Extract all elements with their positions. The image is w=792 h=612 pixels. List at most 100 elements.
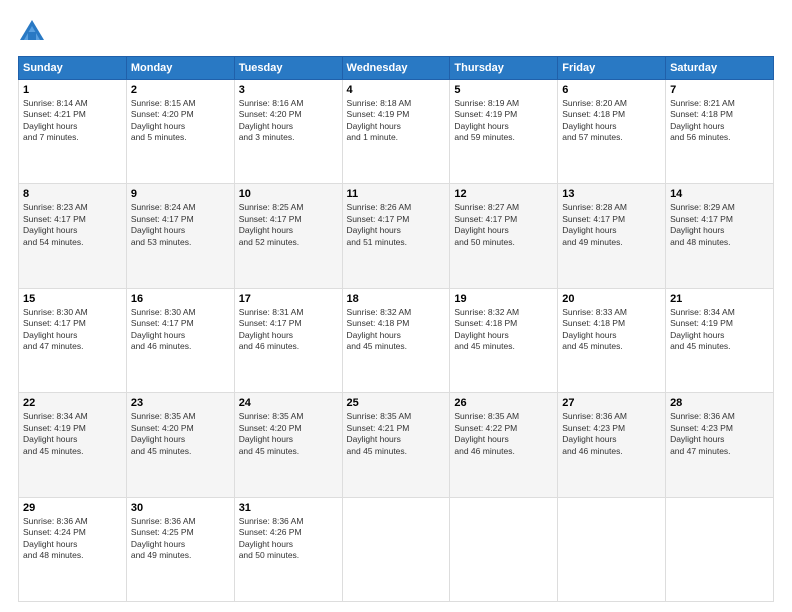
day-detail: Sunrise: 8:36 AMSunset: 4:23 PMDaylight … [562,411,627,455]
weekday-header-sunday: Sunday [19,57,127,80]
calendar-cell: 5 Sunrise: 8:19 AMSunset: 4:19 PMDaylight… [450,80,558,184]
day-number: 8 [23,188,122,200]
calendar-cell: 9 Sunrise: 8:24 AMSunset: 4:17 PMDaylight… [126,184,234,288]
day-detail: Sunrise: 8:18 AMSunset: 4:19 PMDaylight … [347,98,412,142]
day-detail: Sunrise: 8:36 AMSunset: 4:23 PMDaylight … [670,411,735,455]
day-number: 23 [131,397,230,409]
day-detail: Sunrise: 8:31 AMSunset: 4:17 PMDaylight … [239,307,304,351]
calendar-cell: 28 Sunrise: 8:36 AMSunset: 4:23 PMDayligh… [666,393,774,497]
calendar-cell: 29 Sunrise: 8:36 AMSunset: 4:24 PMDayligh… [19,497,127,601]
day-detail: Sunrise: 8:14 AMSunset: 4:21 PMDaylight … [23,98,88,142]
day-detail: Sunrise: 8:24 AMSunset: 4:17 PMDaylight … [131,202,196,246]
calendar-cell: 8Sunrise: 8:23 AMSunset: 4:17 PMDaylight… [19,184,127,288]
day-detail: Sunrise: 8:15 AMSunset: 4:20 PMDaylight … [131,98,196,142]
day-detail: Sunrise: 8:30 AMSunset: 4:17 PMDaylight … [23,307,88,351]
day-number: 6 [562,84,661,96]
day-number: 12 [454,188,553,200]
calendar-cell [342,497,450,601]
calendar-cell: 21Sunrise: 8:34 AMSunset: 4:19 PMDayligh… [666,288,774,392]
header [18,18,774,46]
calendar-cell: 1 Sunrise: 8:14 AMSunset: 4:21 PMDaylight… [19,80,127,184]
day-number: 31 [239,502,338,514]
day-number: 1 [23,84,122,96]
calendar-cell: 12 Sunrise: 8:27 AMSunset: 4:17 PMDayligh… [450,184,558,288]
calendar-cell: 26 Sunrise: 8:35 AMSunset: 4:22 PMDayligh… [450,393,558,497]
calendar-week-row: 15 Sunrise: 8:30 AMSunset: 4:17 PMDayligh… [19,288,774,392]
day-detail: Sunrise: 8:35 AMSunset: 4:20 PMDaylight … [131,411,196,455]
calendar-cell: 14 Sunrise: 8:29 AMSunset: 4:17 PMDayligh… [666,184,774,288]
calendar-cell: 6 Sunrise: 8:20 AMSunset: 4:18 PMDaylight… [558,80,666,184]
calendar-cell: 13 Sunrise: 8:28 AMSunset: 4:17 PMDayligh… [558,184,666,288]
calendar-cell: 16Sunrise: 8:30 AMSunset: 4:17 PMDayligh… [126,288,234,392]
weekday-header-friday: Friday [558,57,666,80]
weekday-header-thursday: Thursday [450,57,558,80]
day-detail: Sunrise: 8:26 AMSunset: 4:17 PMDaylight … [347,202,412,246]
day-number: 14 [670,188,769,200]
day-number: 3 [239,84,338,96]
day-detail: Sunrise: 8:27 AMSunset: 4:17 PMDaylight … [454,202,519,246]
day-number: 29 [23,502,122,514]
calendar-cell: 31Sunrise: 8:36 AMSunset: 4:26 PMDayligh… [234,497,342,601]
calendar-cell: 23 Sunrise: 8:35 AMSunset: 4:20 PMDayligh… [126,393,234,497]
calendar-cell: 22 Sunrise: 8:34 AMSunset: 4:19 PMDayligh… [19,393,127,497]
calendar-cell: 7Sunrise: 8:21 AMSunset: 4:18 PMDaylight… [666,80,774,184]
day-number: 13 [562,188,661,200]
day-number: 17 [239,293,338,305]
day-number: 18 [347,293,446,305]
calendar-cell: 20 Sunrise: 8:33 AMSunset: 4:18 PMDayligh… [558,288,666,392]
day-number: 19 [454,293,553,305]
day-number: 20 [562,293,661,305]
calendar-cell: 3 Sunrise: 8:16 AMSunset: 4:20 PMDaylight… [234,80,342,184]
weekday-header-saturday: Saturday [666,57,774,80]
day-number: 22 [23,397,122,409]
day-detail: Sunrise: 8:35 AMSunset: 4:20 PMDaylight … [239,411,304,455]
day-number: 10 [239,188,338,200]
day-number: 27 [562,397,661,409]
day-detail: Sunrise: 8:34 AMSunset: 4:19 PMDaylight … [23,411,88,455]
day-detail: Sunrise: 8:29 AMSunset: 4:17 PMDaylight … [670,202,735,246]
weekday-header-row: SundayMondayTuesdayWednesdayThursdayFrid… [19,57,774,80]
day-detail: Sunrise: 8:35 AMSunset: 4:22 PMDaylight … [454,411,519,455]
day-detail: Sunrise: 8:28 AMSunset: 4:17 PMDaylight … [562,202,627,246]
day-detail: Sunrise: 8:35 AMSunset: 4:21 PMDaylight … [347,411,412,455]
day-detail: Sunrise: 8:36 AMSunset: 4:24 PMDaylight … [23,516,88,560]
calendar-cell: 2 Sunrise: 8:15 AMSunset: 4:20 PMDaylight… [126,80,234,184]
day-number: 28 [670,397,769,409]
weekday-header-tuesday: Tuesday [234,57,342,80]
day-detail: Sunrise: 8:33 AMSunset: 4:18 PMDaylight … [562,307,627,351]
day-number: 4 [347,84,446,96]
day-number: 24 [239,397,338,409]
day-detail: Sunrise: 8:36 AMSunset: 4:25 PMDaylight … [131,516,196,560]
page: SundayMondayTuesdayWednesdayThursdayFrid… [0,0,792,612]
calendar-cell: 18 Sunrise: 8:32 AMSunset: 4:18 PMDayligh… [342,288,450,392]
calendar-week-row: 29 Sunrise: 8:36 AMSunset: 4:24 PMDayligh… [19,497,774,601]
day-number: 7 [670,84,769,96]
day-detail: Sunrise: 8:16 AMSunset: 4:20 PMDaylight … [239,98,304,142]
day-number: 15 [23,293,122,305]
day-number: 2 [131,84,230,96]
calendar-cell [558,497,666,601]
day-number: 25 [347,397,446,409]
day-detail: Sunrise: 8:20 AMSunset: 4:18 PMDaylight … [562,98,627,142]
day-number: 9 [131,188,230,200]
calendar-week-row: 22 Sunrise: 8:34 AMSunset: 4:19 PMDayligh… [19,393,774,497]
calendar-cell: 24 Sunrise: 8:35 AMSunset: 4:20 PMDayligh… [234,393,342,497]
day-number: 30 [131,502,230,514]
weekday-header-monday: Monday [126,57,234,80]
calendar-cell: 30 Sunrise: 8:36 AMSunset: 4:25 PMDayligh… [126,497,234,601]
day-detail: Sunrise: 8:30 AMSunset: 4:17 PMDaylight … [131,307,196,351]
day-number: 21 [670,293,769,305]
day-number: 5 [454,84,553,96]
day-detail: Sunrise: 8:32 AMSunset: 4:18 PMDaylight … [347,307,412,351]
calendar-cell [666,497,774,601]
logo [18,18,50,46]
weekday-header-wednesday: Wednesday [342,57,450,80]
day-detail: Sunrise: 8:19 AMSunset: 4:19 PMDaylight … [454,98,519,142]
calendar-table: SundayMondayTuesdayWednesdayThursdayFrid… [18,56,774,602]
day-number: 11 [347,188,446,200]
day-detail: Sunrise: 8:32 AMSunset: 4:18 PMDaylight … [454,307,519,351]
calendar-cell: 19 Sunrise: 8:32 AMSunset: 4:18 PMDayligh… [450,288,558,392]
calendar-cell: 27 Sunrise: 8:36 AMSunset: 4:23 PMDayligh… [558,393,666,497]
calendar-cell: 10Sunrise: 8:25 AMSunset: 4:17 PMDayligh… [234,184,342,288]
day-number: 26 [454,397,553,409]
